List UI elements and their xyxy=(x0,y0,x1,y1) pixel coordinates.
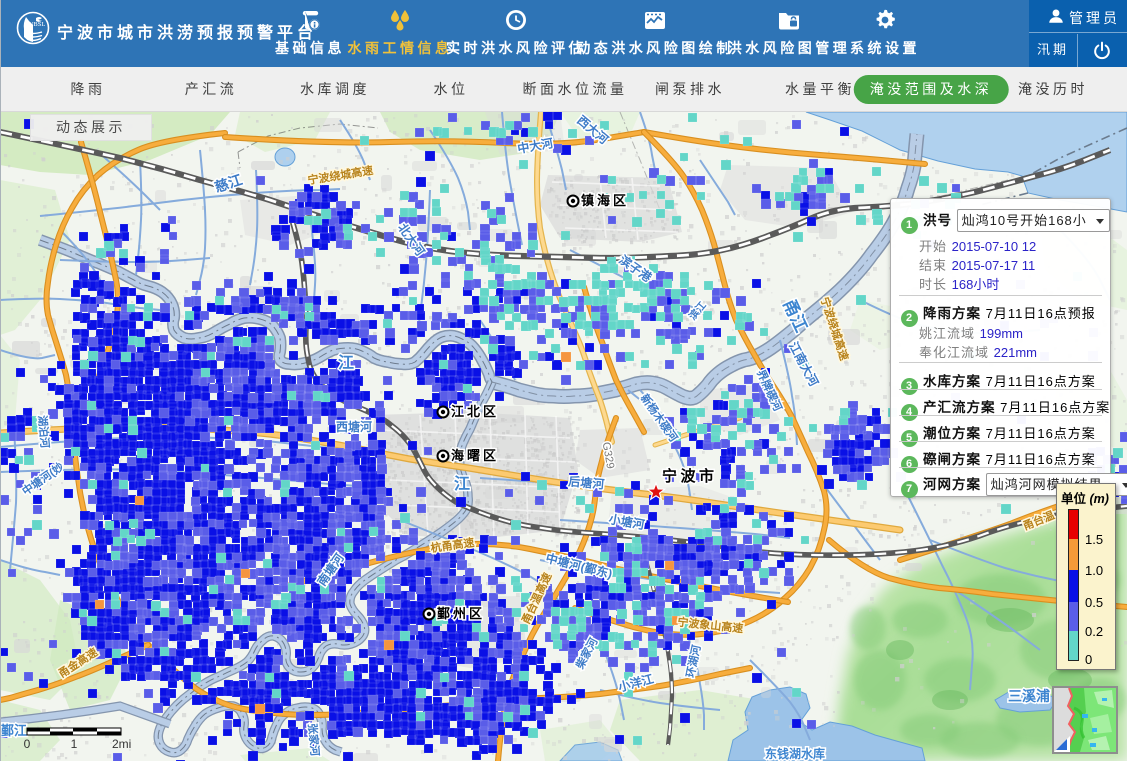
svg-text:镇海区: 镇海区 xyxy=(581,193,629,208)
svg-text:三溪浦: 三溪浦 xyxy=(1008,688,1050,704)
svg-text:NBSL: NBSL xyxy=(29,21,46,28)
svg-text:2mi: 2mi xyxy=(112,737,131,751)
svg-text:海曙区: 海曙区 xyxy=(451,448,499,463)
svg-text:鄞江: 鄞江 xyxy=(1,723,27,738)
svg-text:1: 1 xyxy=(71,737,78,751)
svg-text:0: 0 xyxy=(24,737,31,751)
svg-text:江北区: 江北区 xyxy=(451,404,499,419)
svg-text:江: 江 xyxy=(338,354,354,372)
svg-text:后塘河: 后塘河 xyxy=(568,473,605,491)
svg-text:宁波市: 宁波市 xyxy=(662,467,718,485)
svg-text:鄞州区: 鄞州区 xyxy=(437,606,485,621)
svg-text:东钱湖水库: 东钱湖水库 xyxy=(765,746,825,761)
svg-text:西塘河: 西塘河 xyxy=(336,419,372,434)
svg-text:江: 江 xyxy=(454,475,470,493)
